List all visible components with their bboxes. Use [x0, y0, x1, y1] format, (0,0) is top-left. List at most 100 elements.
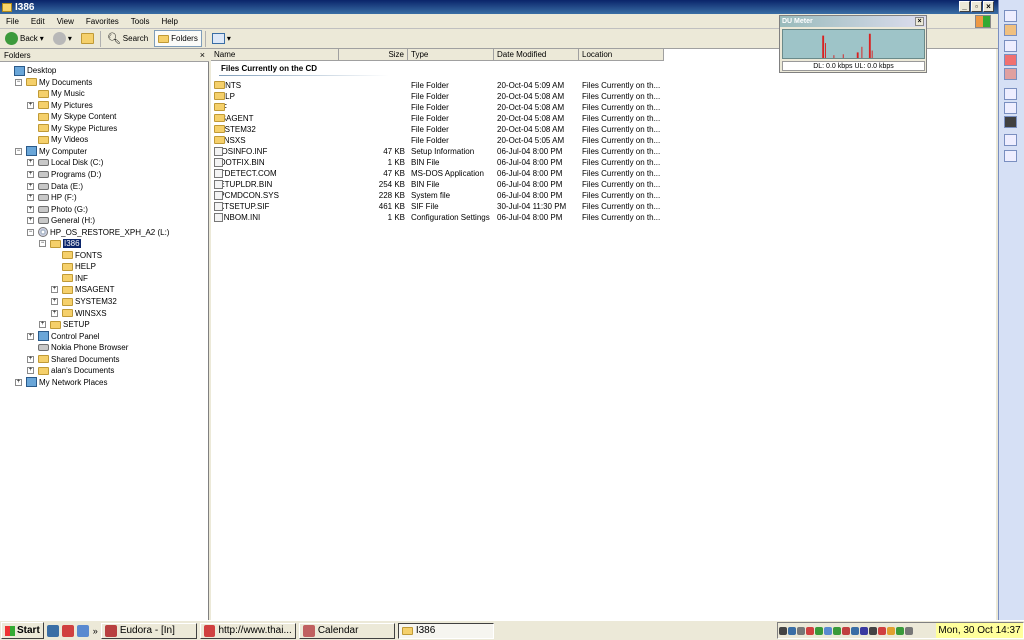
- tray-icon[interactable]: [860, 626, 868, 635]
- menu-tools[interactable]: Tools: [125, 17, 156, 26]
- tree-item[interactable]: + alan's Documents: [27, 365, 114, 376]
- file-row[interactable]: SETUPLDR.BIN 254 KB BIN File 06-Jul-04 8:00…: [211, 180, 671, 191]
- file-row[interactable]: BIOSINFO.INF 47 KB Setup Information 06-Jul…: [211, 147, 671, 158]
- tray-icon[interactable]: [878, 626, 886, 635]
- column-header-type[interactable]: Type: [408, 49, 494, 61]
- tray-icon[interactable]: [842, 626, 850, 635]
- tray-icon[interactable]: [779, 626, 787, 635]
- tree-item[interactable]: INF: [51, 273, 88, 284]
- column-header-date-modified[interactable]: Date Modified: [494, 49, 579, 61]
- side-toolbar-button[interactable]: [1004, 24, 1017, 36]
- tray-icon[interactable]: [797, 626, 805, 635]
- tree-item[interactable]: + HP (F:): [27, 192, 77, 203]
- menu-file[interactable]: File: [0, 17, 25, 26]
- expand-button[interactable]: +: [27, 170, 34, 178]
- ie-quicklaunch-icon[interactable]: [46, 624, 59, 637]
- tree-item[interactable]: + My Pictures: [27, 100, 93, 111]
- du-meter-close-button[interactable]: ×: [915, 17, 924, 26]
- search-button[interactable]: 🔍︎ Search: [104, 30, 151, 47]
- menu-favorites[interactable]: Favorites: [80, 17, 125, 26]
- tree-item[interactable]: + WINSXS: [51, 308, 107, 319]
- expand-button[interactable]: +: [15, 378, 22, 386]
- side-toolbar-button[interactable]: [1004, 150, 1017, 162]
- window-titlebar[interactable]: I386 _ ▫ ×: [0, 0, 998, 14]
- side-toolbar-button[interactable]: [1004, 102, 1017, 114]
- chevron-down-icon[interactable]: ▾: [40, 34, 44, 43]
- tree-item[interactable]: + MSAGENT: [51, 284, 115, 295]
- chevron-down-icon[interactable]: ▾: [227, 34, 231, 43]
- tree-item[interactable]: − My Computer: [15, 146, 87, 157]
- side-toolbar-button[interactable]: [1004, 88, 1017, 100]
- folder-tree[interactable]: Desktop − My Documents My Music + My Pictures…: [0, 62, 209, 620]
- expand-button[interactable]: +: [27, 194, 34, 202]
- menu-help[interactable]: Help: [155, 17, 183, 26]
- column-header-name[interactable]: Name: [211, 49, 339, 61]
- side-toolbar-button[interactable]: [1004, 10, 1017, 22]
- tree-item[interactable]: My Videos: [27, 134, 88, 145]
- folders-button[interactable]: Folders: [154, 30, 202, 47]
- tree-item[interactable]: + My Network Places: [15, 377, 107, 388]
- clock[interactable]: Mon, 30 Oct 14:37: [936, 623, 1023, 638]
- expand-button[interactable]: +: [51, 286, 58, 294]
- tray-icon[interactable]: [905, 626, 913, 635]
- expand-button[interactable]: +: [27, 205, 34, 213]
- tree-item[interactable]: My Music: [27, 88, 85, 99]
- side-toolbar-button[interactable]: [1004, 68, 1017, 80]
- quicklaunch-overflow-icon[interactable]: »: [93, 626, 98, 636]
- restore-button[interactable]: ▫: [971, 1, 982, 12]
- menu-view[interactable]: View: [51, 17, 80, 26]
- forward-button[interactable]: ▾: [50, 30, 75, 47]
- chevron-down-icon[interactable]: ▾: [68, 34, 72, 43]
- expand-button[interactable]: +: [51, 309, 58, 317]
- menu-edit[interactable]: Edit: [25, 17, 51, 26]
- expand-button[interactable]: +: [27, 159, 34, 167]
- tree-item[interactable]: My Skype Pictures: [27, 123, 117, 134]
- file-row[interactable]: NTDETECT.COM 47 KB MS-DOS Application 06-Ju…: [211, 169, 671, 180]
- app-quicklaunch-icon[interactable]: [61, 624, 74, 637]
- collapse-button[interactable]: −: [15, 147, 22, 155]
- up-folder-button[interactable]: [78, 30, 97, 47]
- column-header-location[interactable]: Location: [579, 49, 664, 61]
- side-toolbar-button[interactable]: [1004, 40, 1017, 52]
- tray-icon[interactable]: [815, 626, 823, 635]
- file-row[interactable]: WINBOM.INI 1 KB Configuration Settings 06-J…: [211, 213, 671, 224]
- tray-icon[interactable]: [788, 626, 796, 635]
- expand-button[interactable]: +: [27, 182, 34, 190]
- tree-item[interactable]: My Skype Content: [27, 111, 116, 122]
- tree-item[interactable]: HELP: [51, 261, 96, 272]
- expand-button[interactable]: +: [27, 101, 34, 109]
- tree-item[interactable]: + SETUP: [39, 319, 90, 330]
- minimize-button[interactable]: _: [959, 1, 970, 12]
- back-button[interactable]: Back ▾: [2, 30, 47, 47]
- expand-button[interactable]: +: [51, 298, 58, 305]
- tree-item[interactable]: + Control Panel: [27, 331, 99, 342]
- tree-item[interactable]: + Local Disk (C:): [27, 157, 103, 168]
- expand-button[interactable]: +: [27, 367, 34, 375]
- tree-item[interactable]: − HP_OS_RESTORE_XPH_A2 (L:): [27, 227, 169, 238]
- file-row[interactable]: INF File Folder 20-Oct-04 5:08 AM Files Cur…: [211, 103, 671, 114]
- tree-item[interactable]: − My Documents: [15, 77, 92, 88]
- task-calendar[interactable]: Calendar: [298, 622, 395, 639]
- tree-item[interactable]: + Data (E:): [27, 181, 83, 192]
- tree-item[interactable]: FONTS: [51, 250, 102, 261]
- tray-icon[interactable]: [833, 626, 841, 635]
- tray-icon[interactable]: [887, 626, 895, 635]
- tree-item[interactable]: + Shared Documents: [27, 354, 119, 365]
- tree-item[interactable]: + Programs (D:): [27, 169, 101, 180]
- close-folders-pane-button[interactable]: ×: [200, 50, 205, 60]
- task-eudora[interactable]: Eudora - [In]: [100, 622, 197, 639]
- collapse-button[interactable]: −: [39, 240, 46, 248]
- start-button[interactable]: Start: [1, 622, 44, 639]
- task-i386[interactable]: I386: [397, 622, 494, 639]
- expand-button[interactable]: +: [39, 321, 46, 329]
- column-header-size[interactable]: Size: [339, 49, 408, 61]
- expand-button[interactable]: +: [27, 217, 34, 225]
- file-row[interactable]: SYSTEM32 File Folder 20-Oct-04 5:08 AM File…: [211, 125, 671, 136]
- tray-icon[interactable]: [851, 626, 859, 635]
- side-toolbar-button[interactable]: [1004, 134, 1017, 146]
- tree-item[interactable]: Desktop: [3, 65, 56, 76]
- file-row[interactable]: SPCMDCON.SYS 228 KB System file 06-Jul-04 8…: [211, 191, 671, 202]
- file-row[interactable]: BOOTFIX.BIN 1 KB BIN File 06-Jul-04 8:00 PM…: [211, 158, 671, 169]
- tray-icon[interactable]: [869, 626, 877, 635]
- collapse-button[interactable]: −: [15, 78, 22, 86]
